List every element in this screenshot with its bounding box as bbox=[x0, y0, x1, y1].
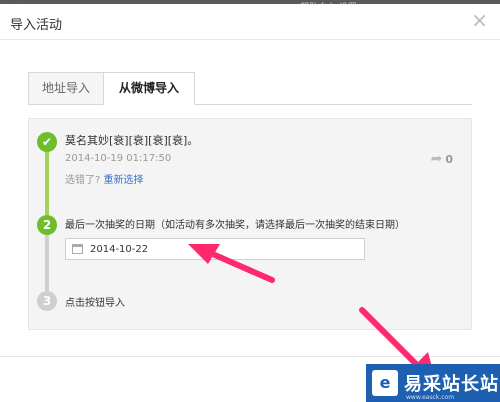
tab-address-import[interactable]: 地址导入 bbox=[28, 72, 104, 105]
date-input[interactable] bbox=[90, 241, 290, 257]
dialog-title: 导入活动 bbox=[10, 18, 63, 33]
reselect-prompt: 选错了? bbox=[65, 175, 101, 186]
tab-divider bbox=[28, 104, 472, 105]
last-draw-date-field[interactable] bbox=[65, 238, 365, 260]
repost-count-value: 0 bbox=[445, 153, 453, 166]
step-connector bbox=[45, 152, 49, 215]
step-2-number: 2 bbox=[37, 215, 57, 235]
step-1-check-icon: ✔ bbox=[37, 132, 57, 152]
watermark-logo: e 易采站长站 www.easck.com bbox=[366, 364, 500, 402]
step-3-number: 3 bbox=[37, 291, 57, 311]
close-icon[interactable]: × bbox=[471, 10, 488, 30]
repost-count: ➦ 0 bbox=[431, 151, 453, 167]
reselect-row: 选错了? 重新选择 bbox=[65, 171, 144, 186]
import-tabs: 地址导入 从微博导入 bbox=[28, 72, 195, 105]
import-steps-panel: ✔ 莫名其妙[衰][衰][衰][衰]。 2014-10-19 01:17:50 … bbox=[28, 118, 472, 330]
watermark-text: 易采站长站 bbox=[404, 374, 499, 395]
selected-weibo-text: 莫名其妙[衰][衰][衰][衰]。 bbox=[65, 134, 199, 147]
dialog-header: 导入活动 × bbox=[0, 4, 500, 40]
selected-weibo-time: 2014-10-19 01:17:50 bbox=[65, 153, 172, 164]
step-connector bbox=[45, 235, 49, 291]
repost-arrow-icon: ➦ bbox=[430, 151, 443, 167]
watermark-e-icon: e bbox=[372, 370, 398, 396]
calendar-icon[interactable] bbox=[72, 244, 83, 254]
reselect-link[interactable]: 重新选择 bbox=[104, 175, 144, 186]
click-to-import-label: 点击按钮导入 bbox=[65, 298, 125, 309]
last-draw-date-label: 最后一次抽奖的日期（如活动有多次抽奖，请选择最后一次抽奖的结束日期） bbox=[65, 220, 405, 231]
tab-weibo-import[interactable]: 从微博导入 bbox=[103, 72, 195, 105]
import-dialog: 导入活动 × 地址导入 从微博导入 ✔ 莫名其妙[衰][衰][衰][衰]。 20… bbox=[0, 4, 500, 402]
watermark-url: www.easck.com bbox=[406, 394, 455, 401]
